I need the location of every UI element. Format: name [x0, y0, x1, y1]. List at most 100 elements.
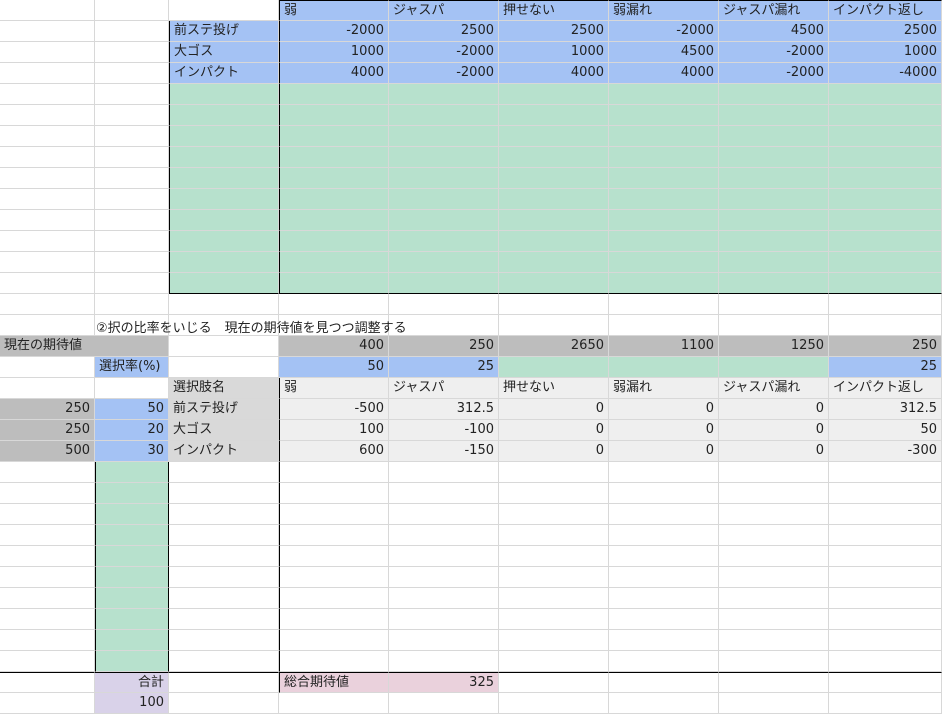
expected-value-cell[interactable]: 1250 [719, 336, 829, 357]
green-input-cell[interactable] [609, 147, 719, 168]
empty-cell[interactable] [609, 504, 719, 525]
empty-cell[interactable] [829, 672, 942, 693]
green-input-cell[interactable] [609, 105, 719, 126]
empty-cell[interactable] [499, 462, 609, 483]
empty-cell[interactable] [0, 462, 95, 483]
top-value-cell[interactable]: -2000 [719, 42, 829, 63]
empty-cell[interactable] [499, 693, 609, 714]
empty-cell[interactable] [0, 42, 95, 63]
empty-cell[interactable] [389, 567, 499, 588]
green-input-cell[interactable] [719, 189, 829, 210]
green-input-cell[interactable] [719, 105, 829, 126]
selection-rate-label[interactable]: 選択率(%) [95, 357, 169, 378]
empty-cell[interactable] [0, 609, 95, 630]
empty-cell[interactable] [499, 546, 609, 567]
top-value-cell[interactable]: 1000 [829, 42, 942, 63]
green-input-cell[interactable] [719, 84, 829, 105]
green-input-cell[interactable] [829, 126, 942, 147]
empty-cell[interactable] [169, 504, 279, 525]
bottom-value-cell[interactable]: 0 [719, 399, 829, 420]
selection-rate-cell[interactable] [499, 357, 609, 378]
empty-cell[interactable] [169, 567, 279, 588]
empty-cell[interactable] [95, 378, 169, 399]
green-input-cell[interactable] [279, 168, 389, 189]
top-value-cell[interactable]: -2000 [609, 21, 719, 42]
selection-rate-cell[interactable]: 25 [829, 357, 942, 378]
empty-cell[interactable] [0, 651, 95, 672]
top-value-cell[interactable]: 4000 [609, 63, 719, 84]
green-input-cell[interactable] [499, 189, 609, 210]
green-input-cell[interactable] [829, 210, 942, 231]
empty-cell[interactable] [829, 504, 942, 525]
empty-cell[interactable] [169, 672, 279, 693]
top-value-cell[interactable]: 2500 [499, 21, 609, 42]
green-input-cell[interactable] [389, 105, 499, 126]
empty-cell[interactable] [499, 609, 609, 630]
empty-cell[interactable] [389, 609, 499, 630]
green-rate-cell[interactable] [95, 588, 169, 609]
row-rate-input[interactable]: 30 [95, 441, 169, 462]
green-input-cell[interactable] [829, 273, 942, 294]
green-input-cell[interactable] [389, 189, 499, 210]
bottom-header-cell[interactable]: 弱漏れ [609, 378, 719, 399]
green-rate-cell[interactable] [95, 630, 169, 651]
top-value-cell[interactable]: -4000 [829, 63, 942, 84]
bottom-row-label[interactable]: インパクト [169, 441, 279, 462]
empty-cell[interactable] [829, 546, 942, 567]
top-header-cell[interactable]: 弱漏れ [609, 0, 719, 21]
row-rate-input[interactable]: 20 [95, 420, 169, 441]
empty-cell[interactable] [499, 483, 609, 504]
empty-cell[interactable] [499, 672, 609, 693]
empty-cell[interactable] [719, 693, 829, 714]
bottom-value-cell[interactable]: -150 [389, 441, 499, 462]
top-value-cell[interactable]: 4500 [609, 42, 719, 63]
empty-cell[interactable] [0, 294, 95, 315]
empty-cell[interactable] [169, 483, 279, 504]
empty-cell[interactable] [279, 630, 389, 651]
row-rate-input[interactable]: 50 [95, 399, 169, 420]
bottom-value-cell[interactable]: -300 [829, 441, 942, 462]
empty-cell[interactable] [279, 693, 389, 714]
empty-cell[interactable] [389, 294, 499, 315]
empty-cell[interactable] [389, 504, 499, 525]
green-input-cell[interactable] [829, 231, 942, 252]
bottom-value-cell[interactable]: 0 [719, 441, 829, 462]
expected-value-cell[interactable]: 2650 [499, 336, 609, 357]
empty-cell[interactable] [829, 525, 942, 546]
empty-cell[interactable] [0, 252, 95, 273]
green-input-cell[interactable] [829, 84, 942, 105]
empty-cell[interactable] [389, 462, 499, 483]
empty-cell[interactable] [719, 525, 829, 546]
empty-cell[interactable] [0, 630, 95, 651]
empty-cell[interactable] [95, 273, 169, 294]
row-expected-value[interactable]: 500 [0, 441, 95, 462]
top-header-cell[interactable]: インパクト返し [829, 0, 942, 21]
empty-cell[interactable] [0, 357, 95, 378]
empty-cell[interactable] [95, 252, 169, 273]
green-input-cell[interactable] [829, 252, 942, 273]
green-input-cell[interactable] [389, 147, 499, 168]
bottom-header-cell[interactable]: ジャスパ [389, 378, 499, 399]
empty-cell[interactable] [95, 189, 169, 210]
empty-cell[interactable] [0, 525, 95, 546]
top-value-cell[interactable]: 2500 [829, 21, 942, 42]
bottom-header-cell[interactable]: ジャスパ漏れ [719, 378, 829, 399]
empty-cell[interactable] [499, 630, 609, 651]
top-value-cell[interactable]: 4000 [499, 63, 609, 84]
expected-value-cell[interactable]: 1100 [609, 336, 719, 357]
top-value-cell[interactable]: 1000 [499, 42, 609, 63]
empty-cell[interactable] [719, 630, 829, 651]
sum-label[interactable]: 合計 [95, 672, 169, 693]
overall-ev-label[interactable]: 総合期待値 [279, 672, 389, 693]
empty-cell[interactable] [719, 483, 829, 504]
green-input-cell[interactable] [389, 252, 499, 273]
empty-cell[interactable] [279, 525, 389, 546]
green-input-cell[interactable] [169, 252, 279, 273]
empty-cell[interactable] [0, 231, 95, 252]
green-rate-cell[interactable] [95, 567, 169, 588]
empty-cell[interactable] [0, 63, 95, 84]
green-input-cell[interactable] [499, 168, 609, 189]
empty-cell[interactable] [0, 315, 95, 336]
empty-cell[interactable] [0, 693, 95, 714]
empty-cell[interactable] [279, 483, 389, 504]
